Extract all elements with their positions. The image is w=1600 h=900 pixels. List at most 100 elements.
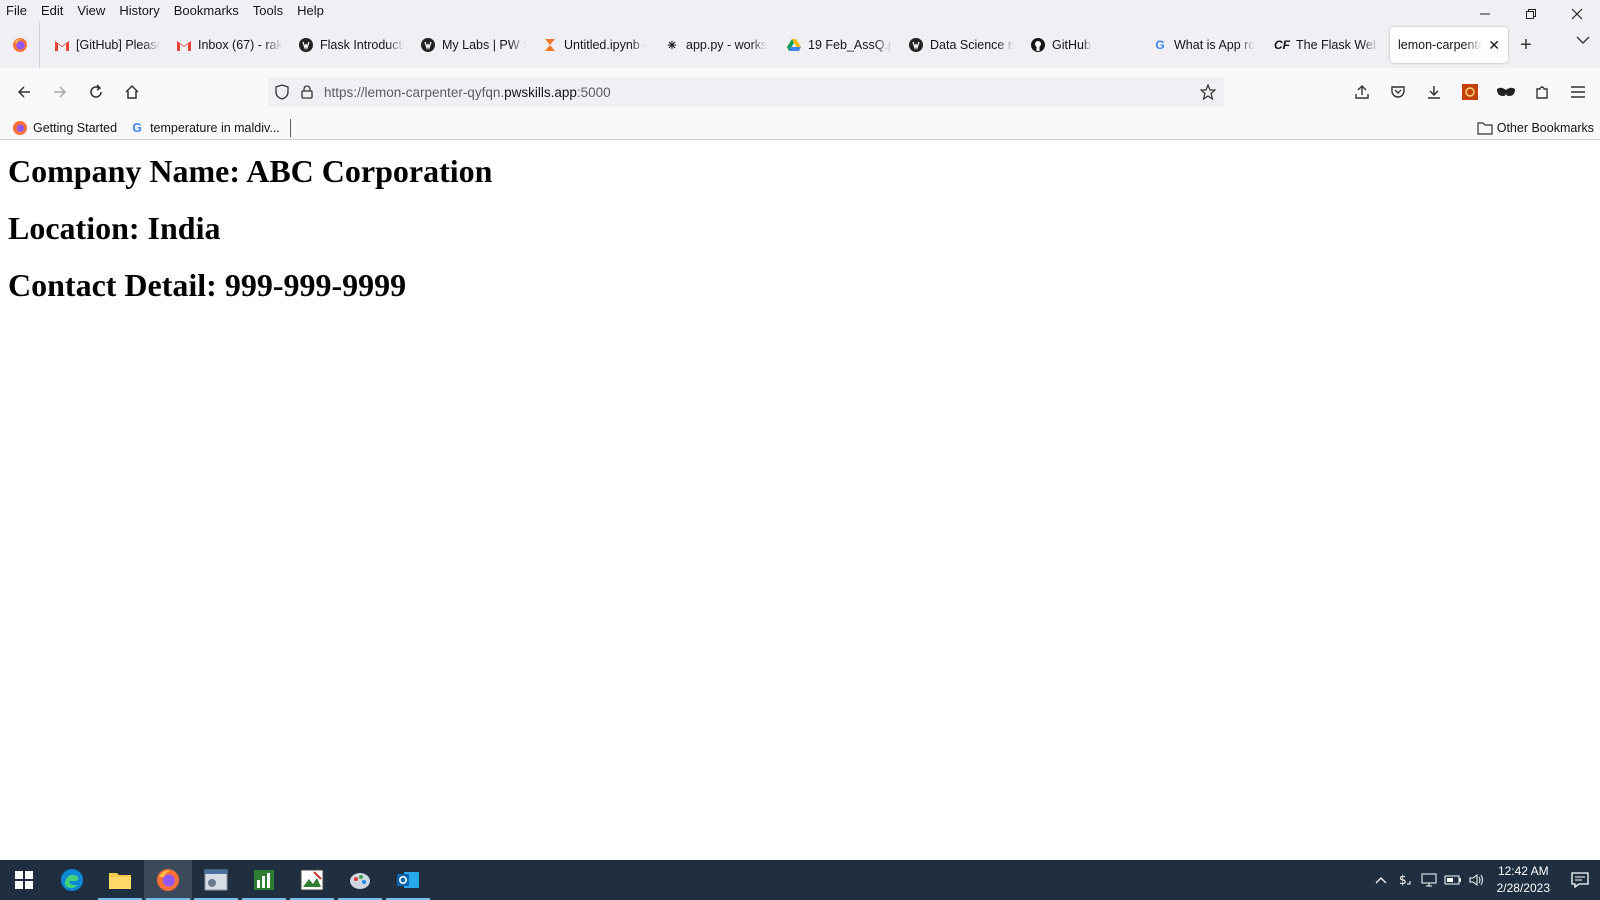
- chart-app-icon: [254, 870, 274, 890]
- taskbar-edge[interactable]: [48, 860, 96, 900]
- forward-arrow-icon: [54, 86, 67, 98]
- clock-date: 2/28/2023: [1496, 881, 1550, 895]
- tab-flask-web[interactable]: CF The Flask Web: [1266, 27, 1386, 63]
- close-tab-icon[interactable]: ✕: [1488, 37, 1500, 54]
- outlook-icon: [397, 872, 419, 888]
- list-all-tabs-button[interactable]: [1576, 34, 1590, 48]
- page-content: Company Name: ABC Corporation Location: …: [0, 141, 1600, 860]
- firefox-icon: [12, 120, 28, 136]
- taskbar-file-explorer[interactable]: [96, 860, 144, 900]
- mask-icon: [1497, 87, 1515, 96]
- edge-icon: [61, 869, 83, 891]
- tab-my-labs[interactable]: My Labs | PW S: [412, 27, 534, 63]
- tab-inbox[interactable]: Inbox (67) - rak: [168, 27, 290, 63]
- navigation-bar: https://lemon-carpenter-qyfqn.pwskills.a…: [0, 68, 1600, 116]
- tab-title: [GitHub] Please: [76, 38, 160, 52]
- menu-view[interactable]: View: [70, 0, 112, 22]
- home-button[interactable]: [114, 76, 150, 108]
- bookmark-getting-started[interactable]: Getting Started: [6, 120, 123, 136]
- show-hidden-icons[interactable]: [1369, 860, 1393, 900]
- reload-icon: [90, 84, 102, 98]
- taskbar-app-6[interactable]: [288, 860, 336, 900]
- tab-title: Data Science m: [930, 38, 1014, 52]
- tab-title: GitHub: [1052, 38, 1091, 52]
- reload-button[interactable]: [78, 76, 114, 108]
- tab-strip: [GitHub] Please Inbox (67) - rak Flask I…: [0, 22, 1600, 68]
- other-bookmarks-folder[interactable]: Other Bookmarks: [1477, 116, 1594, 140]
- menu-help[interactable]: Help: [290, 0, 331, 22]
- clock[interactable]: 12:42 AM 2/28/2023: [1497, 863, 1550, 897]
- tracking-protection-icon[interactable]: [268, 84, 296, 100]
- google-icon: G: [1155, 38, 1165, 52]
- github-icon: [1030, 37, 1046, 53]
- downloads-button[interactable]: [1416, 76, 1452, 108]
- menu-history[interactable]: History: [112, 0, 166, 22]
- tab-title: lemon-carpente: [1398, 38, 1483, 52]
- tray-app-icon[interactable]: $: [1393, 860, 1417, 900]
- pocket-button[interactable]: [1380, 76, 1416, 108]
- url-bar[interactable]: https://lemon-carpenter-qyfqn.pwskills.a…: [268, 77, 1224, 107]
- taskbar-app-7[interactable]: [336, 860, 384, 900]
- url-text[interactable]: https://lemon-carpenter-qyfqn.pwskills.a…: [324, 85, 611, 100]
- tab-lemon-carpenter[interactable]: lemon-carpente ✕: [1390, 27, 1508, 63]
- tab-data-science[interactable]: Data Science m: [900, 27, 1022, 63]
- forward-button[interactable]: [42, 76, 78, 108]
- paint-icon: [350, 873, 370, 889]
- tab-untitled-ipynb[interactable]: Untitled.ipynb -: [534, 27, 656, 63]
- location-heading: Location: India: [8, 210, 221, 246]
- puzzle-icon: [1536, 86, 1548, 99]
- battery-status-icon: [1444, 875, 1461, 885]
- tab-app-py[interactable]: ✳ app.py - works: [656, 27, 778, 63]
- network-icon[interactable]: [1417, 860, 1441, 900]
- hamburger-icon: [1571, 86, 1585, 98]
- battery-icon[interactable]: [1441, 860, 1465, 900]
- volume-icon[interactable]: [1465, 860, 1489, 900]
- firefox-icon: [157, 869, 179, 891]
- system-tray: $ 12:42 AM 2/28/2023: [1369, 860, 1600, 900]
- menu-edit[interactable]: Edit: [34, 0, 70, 22]
- menu-file[interactable]: File: [0, 0, 34, 22]
- bookmarks-toolbar: Getting Started G temperature in maldiv.…: [0, 116, 1600, 140]
- firefox-view-button[interactable]: [0, 22, 40, 68]
- ethernet-icon: [1421, 873, 1437, 887]
- pwskills-icon: [420, 37, 436, 53]
- gmail-icon: [54, 37, 70, 53]
- action-center-button[interactable]: [1560, 860, 1600, 900]
- taskbar-app-5[interactable]: [240, 860, 288, 900]
- taskbar-app-4[interactable]: [192, 860, 240, 900]
- bookmark-temperature-maldives[interactable]: G temperature in maldiv...: [123, 120, 286, 136]
- tab-github-please[interactable]: [GitHub] Please: [46, 27, 168, 63]
- extension-button[interactable]: [1452, 76, 1488, 108]
- tab-what-is-app-route[interactable]: G What is App ro: [1144, 27, 1266, 63]
- taskbar-firefox[interactable]: [144, 860, 192, 900]
- tab-title: 19 Feb_AssQ.p: [808, 38, 892, 52]
- tab-19feb-assq[interactable]: 19 Feb_AssQ.p: [778, 27, 900, 63]
- app-menu-button[interactable]: [1560, 76, 1596, 108]
- start-button[interactable]: [0, 860, 48, 900]
- back-button[interactable]: [6, 76, 42, 108]
- tab-github[interactable]: GitHub: [1022, 27, 1144, 63]
- new-tab-button[interactable]: +: [1508, 27, 1544, 63]
- minimize-icon: [1480, 13, 1490, 15]
- jupyter-icon: [542, 37, 558, 53]
- image-app-icon: [300, 869, 324, 891]
- url-prefix: https://lemon-carpenter-qyfqn.: [324, 84, 505, 100]
- gmail-icon: [176, 37, 192, 53]
- company-name-heading: Company Name: ABC Corporation: [8, 153, 493, 189]
- taskbar-outlook[interactable]: [384, 860, 432, 900]
- extensions-button[interactable]: [1524, 76, 1560, 108]
- private-extension-button[interactable]: [1488, 76, 1524, 108]
- bookmark-star-icon[interactable]: [1199, 83, 1217, 103]
- tab-title: What is App ro: [1174, 38, 1256, 52]
- home-icon: [125, 84, 139, 99]
- windows-logo-icon: [15, 871, 33, 889]
- firefox-account-button[interactable]: [1344, 76, 1380, 108]
- menu-tools[interactable]: Tools: [246, 0, 290, 22]
- lock-icon[interactable]: [296, 85, 318, 99]
- tab-title: app.py - works: [686, 38, 768, 52]
- upload-icon: [1355, 85, 1369, 99]
- google-drive-icon: [786, 37, 802, 53]
- clock-time: 12:42 AM: [1497, 864, 1549, 878]
- tab-flask-intro[interactable]: Flask Introducti: [290, 27, 412, 63]
- menu-bookmarks[interactable]: Bookmarks: [167, 0, 246, 22]
